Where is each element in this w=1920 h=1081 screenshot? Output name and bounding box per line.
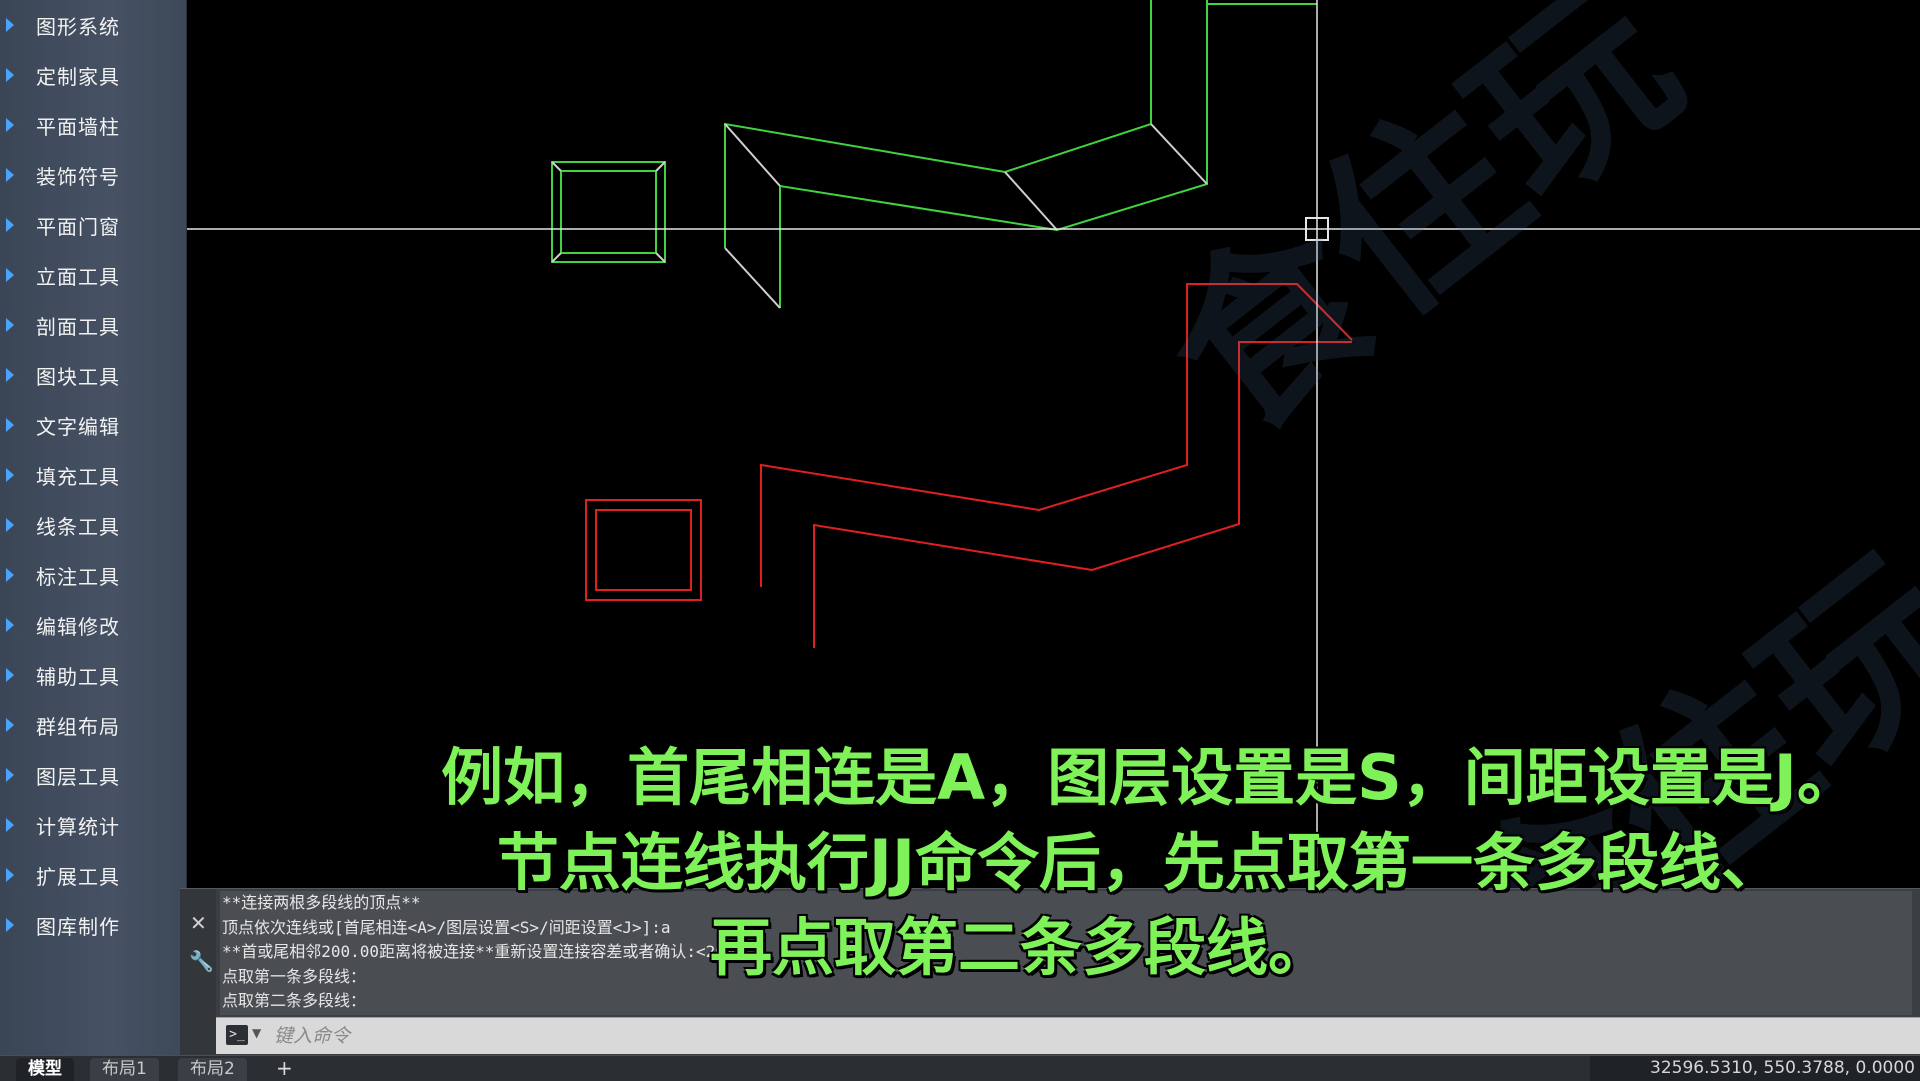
- red-polyline-pair[interactable]: [760, 283, 1353, 648]
- sidebar-item-label: 平面门窗: [36, 214, 120, 239]
- sidebar-item-label: 标注工具: [36, 564, 120, 589]
- sidebar-item[interactable]: 平面门窗: [0, 200, 186, 250]
- expand-triangle-icon: [6, 668, 14, 682]
- sidebar-item-label: 文字编辑: [36, 414, 120, 439]
- sidebar-item[interactable]: 辅助工具: [0, 650, 186, 700]
- sidebar-item[interactable]: 平面墙柱: [0, 100, 186, 150]
- expand-triangle-icon: [6, 118, 14, 132]
- subtitle-line-1: 例如，首尾相连是A，图层设置是S，间距设置是J。: [441, 741, 1859, 814]
- expand-triangle-icon: [6, 868, 14, 882]
- expand-triangle-icon: [6, 368, 14, 382]
- sidebar-item[interactable]: 群组布局: [0, 700, 186, 750]
- coordinate-readout: 32596.5310, 550.3788, 0.0000: [1590, 1056, 1920, 1081]
- expand-triangle-icon: [6, 518, 14, 532]
- sidebar-item-label: 图库制作: [36, 914, 120, 939]
- video-subtitle: 例如，首尾相连是A，图层设置是S，间距设置是J。 节点连线执行JJ命令后，先点取…: [440, 735, 1920, 990]
- sidebar-item[interactable]: 剖面工具: [0, 300, 186, 350]
- add-tab-button[interactable]: +: [276, 1056, 293, 1080]
- tool-sidebar: 图形系统定制家具平面墙柱装饰符号平面门窗立面工具剖面工具图块工具文字编辑填充工具…: [0, 0, 187, 1055]
- subtitle-line-3: 再点取第二条多段线。: [709, 911, 1330, 984]
- expand-triangle-icon: [6, 468, 14, 482]
- sidebar-item-label: 编辑修改: [36, 614, 120, 639]
- sidebar-item-label: 计算统计: [36, 814, 120, 839]
- tab-layout1[interactable]: 布局1: [90, 1058, 159, 1081]
- sidebar-item[interactable]: 填充工具: [0, 450, 186, 500]
- tab-model[interactable]: 模型: [16, 1058, 74, 1081]
- sidebar-item-label: 图块工具: [36, 364, 120, 389]
- sidebar-item[interactable]: 定制家具: [0, 50, 186, 100]
- sidebar-item-label: 剖面工具: [36, 314, 120, 339]
- sidebar-item-label: 图形系统: [36, 14, 120, 39]
- command-prompt-icon[interactable]: >_: [226, 1025, 248, 1045]
- tab-layout2[interactable]: 布局2: [178, 1058, 247, 1081]
- sidebar-item[interactable]: 图形系统: [0, 0, 186, 50]
- sidebar-item[interactable]: 线条工具: [0, 500, 186, 550]
- layout-tab-bar: 模型 布局1 布局2 + 32596.5310, 550.3788, 0.000…: [0, 1055, 1920, 1081]
- chevron-down-icon[interactable]: ▼: [252, 1026, 261, 1040]
- expand-triangle-icon: [6, 218, 14, 232]
- command-input[interactable]: [272, 1021, 1876, 1051]
- subtitle-line-2: 节点连线执行JJ命令后，先点取第一条多段线、: [496, 826, 1784, 899]
- expand-triangle-icon: [6, 718, 14, 732]
- expand-triangle-icon: [6, 18, 14, 32]
- sidebar-item[interactable]: 编辑修改: [0, 600, 186, 650]
- sidebar-item-label: 平面墙柱: [36, 114, 120, 139]
- command-history-line: 点取第二条多段线：: [222, 991, 367, 1010]
- sidebar-item-label: 扩展工具: [36, 864, 120, 889]
- expand-triangle-icon: [6, 168, 14, 182]
- sidebar-item[interactable]: 文字编辑: [0, 400, 186, 450]
- sidebar-item[interactable]: 图块工具: [0, 350, 186, 400]
- expand-triangle-icon: [6, 68, 14, 82]
- sidebar-item[interactable]: 扩展工具: [0, 850, 186, 900]
- command-input-row: >_ ▼: [216, 1017, 1920, 1054]
- expand-triangle-icon: [6, 268, 14, 282]
- sidebar-item-label: 填充工具: [36, 464, 120, 489]
- expand-triangle-icon: [6, 768, 14, 782]
- sidebar-item-label: 群组布局: [36, 714, 120, 739]
- green-square-outline[interactable]: [551, 161, 666, 263]
- sidebar-item[interactable]: 立面工具: [0, 250, 186, 300]
- expand-triangle-icon: [6, 818, 14, 832]
- sidebar-item[interactable]: 图层工具: [0, 750, 186, 800]
- sidebar-item-label: 线条工具: [36, 514, 120, 539]
- expand-triangle-icon: [6, 318, 14, 332]
- sidebar-item[interactable]: 计算统计: [0, 800, 186, 850]
- sidebar-item-label: 图层工具: [36, 764, 120, 789]
- sidebar-item-label: 定制家具: [36, 64, 120, 89]
- expand-triangle-icon: [6, 918, 14, 932]
- sidebar-item[interactable]: 标注工具: [0, 550, 186, 600]
- sidebar-item-label: 装饰符号: [36, 164, 120, 189]
- sidebar-item-label: 立面工具: [36, 264, 120, 289]
- expand-triangle-icon: [6, 418, 14, 432]
- red-square-outline[interactable]: [585, 499, 702, 601]
- expand-triangle-icon: [6, 568, 14, 582]
- sidebar-item[interactable]: 装饰符号: [0, 150, 186, 200]
- sidebar-item-label: 辅助工具: [36, 664, 120, 689]
- expand-triangle-icon: [6, 618, 14, 632]
- green-polyline-pair[interactable]: [724, 0, 1317, 309]
